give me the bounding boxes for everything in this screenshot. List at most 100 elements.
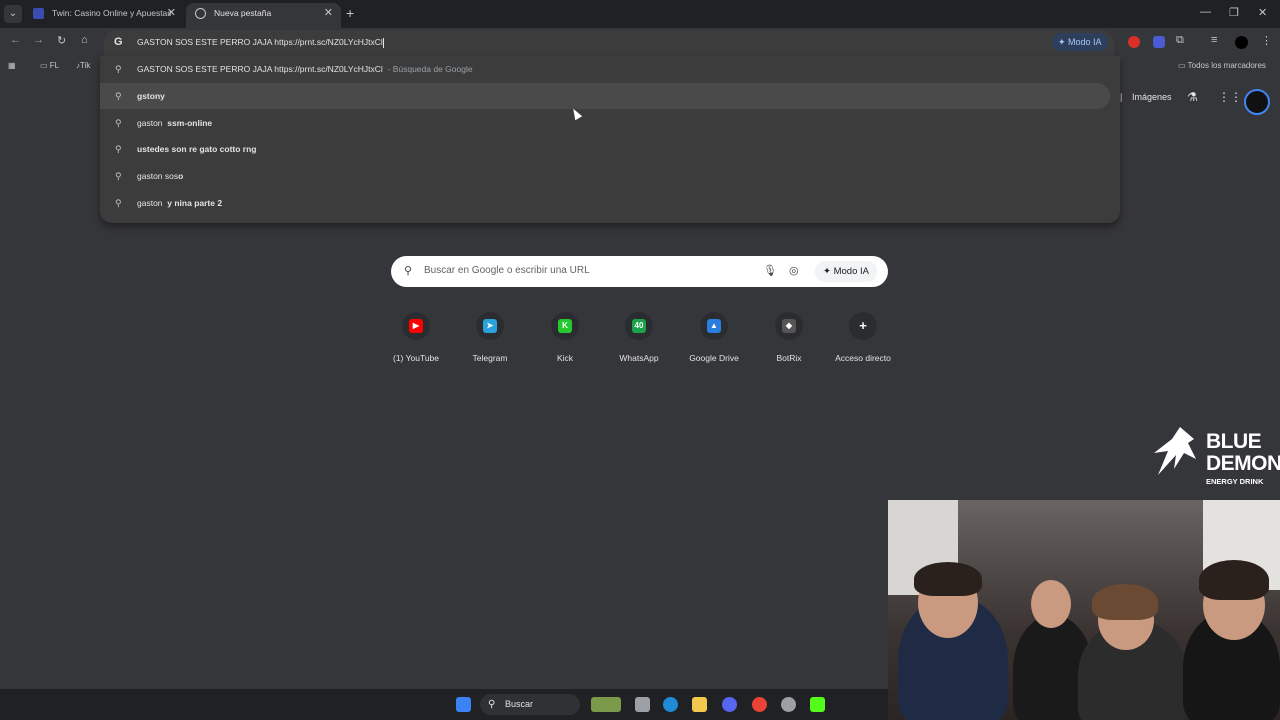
modo-ia-chip[interactable]: ✦ Modo IA [1052, 33, 1108, 51]
shortcut-add[interactable]: + Acceso directo [825, 312, 901, 368]
shortcut-label: WhatsApp [619, 353, 659, 363]
shortcut-label: (1) YouTube [393, 353, 439, 363]
images-link[interactable]: Imágenes [1132, 92, 1172, 102]
bookmark-label: Tik [80, 61, 91, 70]
extension-shield-icon[interactable] [1153, 36, 1165, 48]
chrome-favicon-icon [195, 8, 206, 19]
shortcut-google-drive[interactable]: ▲ Google Drive [676, 312, 752, 368]
shortcut-label: Telegram [472, 353, 508, 363]
search-icon: ⚲ [115, 144, 122, 154]
forward-icon[interactable]: → [33, 34, 44, 46]
ntp-modo-ia-button[interactable]: ✦ Modo IA [815, 261, 877, 282]
ntp-search-box[interactable]: ⚲ Buscar en Google o escribir una URL 🎙︎… [391, 256, 888, 287]
shortcut-kick[interactable]: K Kick [527, 312, 603, 368]
profile-avatar-icon[interactable] [1235, 36, 1248, 49]
shortcut-telegram[interactable]: ➤ Telegram [452, 312, 528, 368]
apps-grid-icon[interactable]: ▦ [8, 61, 16, 70]
search-placeholder[interactable]: Buscar en Google o escribir una URL [424, 265, 590, 276]
shortcut-whatsapp[interactable]: 40 WhatsApp [601, 312, 677, 368]
bookmark-fl[interactable]: ▭ FL [40, 61, 59, 70]
tab-strip: ⌄ Twin: Casino Online y Apuestas ✕ Nueva… [0, 0, 1280, 28]
search-icon: ⚲ [404, 265, 413, 277]
person-4-hair [1199, 560, 1269, 600]
tab-title: Twin: Casino Online y Apuestas [52, 8, 172, 18]
widget-icon[interactable] [591, 697, 621, 712]
plus-icon: + [856, 319, 870, 333]
chrome-icon[interactable] [752, 697, 767, 712]
botrix-icon: ◆ [782, 319, 796, 333]
suggestion-completion: o [178, 171, 184, 181]
google-lens-icon[interactable]: ◎ [789, 264, 799, 277]
suggestion-subtext: - Búsqueda de Google [387, 64, 473, 74]
search-icon: ⚲ [115, 118, 122, 128]
task-view-icon[interactable] [635, 697, 650, 712]
tab-twin-casino[interactable]: Twin: Casino Online y Apuestas ✕ [24, 3, 184, 28]
labs-flask-icon[interactable]: ⚗ [1187, 90, 1198, 104]
search-icon: ⚲ [115, 171, 122, 181]
microphone-icon[interactable]: 🎙︎ [763, 264, 777, 277]
maximize-icon[interactable]: ❐ [1229, 6, 1239, 19]
google-drive-icon: ▲ [707, 319, 721, 333]
extensions-puzzle-icon[interactable]: ⧉ [1176, 34, 1184, 47]
home-icon[interactable]: ⌂ [81, 34, 88, 46]
modo-ia-label: Modo IA [833, 266, 869, 277]
suggestion-completion: ssm-online [167, 118, 213, 128]
all-bookmarks[interactable]: ▭ Todos los marcadores [1178, 61, 1266, 70]
reload-icon[interactable]: ↻ [57, 34, 66, 47]
suggestion-item[interactable]: ⚲ gaston ssm-online [100, 110, 1110, 136]
extension-red-icon[interactable] [1128, 36, 1140, 48]
suggestion-text: GASTON SOS ESTE PERRO JAJA https://prnt.… [137, 64, 383, 74]
bookmark-tiktok[interactable]: ♪Tik [76, 61, 90, 70]
close-tab-icon[interactable]: ✕ [167, 3, 176, 23]
modo-ia-label: Modo IA [1068, 37, 1102, 47]
suggestion-item[interactable]: ⚲ ustedes son re gato cotto rng [100, 136, 1110, 162]
suggestion-text: gstony [137, 91, 165, 101]
new-tab-plus-icon[interactable]: + [346, 5, 354, 21]
minimize-icon[interactable]: — [1200, 6, 1211, 18]
tab-title: Nueva pestaña [214, 8, 272, 18]
account-avatar[interactable] [1244, 89, 1270, 115]
suggestion-item[interactable]: ⚲ gstony [100, 83, 1110, 109]
blue-demon-logo: BLUE DEMON ENERGY DRINK [1150, 425, 1280, 487]
app-icon[interactable] [781, 697, 796, 712]
address-input[interactable]: GASTON SOS ESTE PERRO JAJA https://prnt.… [137, 37, 384, 48]
close-window-icon[interactable]: ✕ [1258, 6, 1267, 19]
shortcut-botrix[interactable]: ◆ BotRix [751, 312, 827, 368]
shortcut-label: Acceso directo [835, 353, 891, 363]
brand-subtitle: ENERGY DRINK [1206, 477, 1264, 486]
media-control-icon[interactable]: ≡ [1211, 34, 1217, 46]
discord-icon[interactable] [722, 697, 737, 712]
suggestion-completion: y nina parte 2 [167, 198, 223, 208]
kick-taskbar-icon[interactable] [810, 697, 825, 712]
menu-kebab-icon[interactable]: ⋮ [1261, 34, 1272, 47]
youtube-icon: ▶ [409, 319, 423, 333]
kick-icon: K [558, 319, 572, 333]
tab-search-button[interactable]: ⌄ [4, 5, 22, 23]
search-icon: ⚲ [488, 699, 496, 710]
suggestion-text: ustedes son re gato cotto rng [137, 144, 257, 154]
suggestion-item[interactable]: ⚲ GASTON SOS ESTE PERRO JAJA https://prn… [100, 56, 1110, 82]
taskbar-search[interactable]: ⚲ Buscar [480, 694, 580, 715]
bookmark-label: Todos los marcadores [1187, 61, 1266, 70]
search-icon: ⚲ [115, 91, 122, 101]
address-bar[interactable]: G GASTON SOS ESTE PERRO JAJA https://prn… [104, 30, 1114, 56]
suggestion-item[interactable]: ⚲ gaston y nina parte 2 [100, 190, 1110, 216]
browser-toolbar: ← → ↻ ⌂ G GASTON SOS ESTE PERRO JAJA htt… [0, 28, 1280, 56]
shortcut-youtube[interactable]: ▶ (1) YouTube [378, 312, 454, 368]
person-3-hair [1092, 584, 1158, 620]
divider: | [1120, 92, 1123, 102]
omnibox-suggestions: ⚲ GASTON SOS ESTE PERRO JAJA https://prn… [100, 56, 1120, 223]
suggestion-item[interactable]: ⚲ gaston soso [100, 163, 1110, 189]
close-tab-icon[interactable]: ✕ [324, 3, 333, 23]
back-icon[interactable]: ← [10, 34, 21, 46]
tab-new-tab[interactable]: Nueva pestaña ✕ [186, 3, 341, 28]
taskbar-search-label: Buscar [505, 699, 534, 709]
webcam-feed [888, 500, 1280, 720]
windows-start-icon[interactable] [456, 697, 471, 712]
google-apps-icon[interactable]: ⋮⋮ [1218, 90, 1242, 104]
google-g-icon: G [114, 36, 123, 48]
file-explorer-icon[interactable] [692, 697, 707, 712]
demon-figure-icon [1154, 427, 1196, 475]
edge-icon[interactable] [663, 697, 678, 712]
search-icon: ⚲ [115, 64, 122, 74]
